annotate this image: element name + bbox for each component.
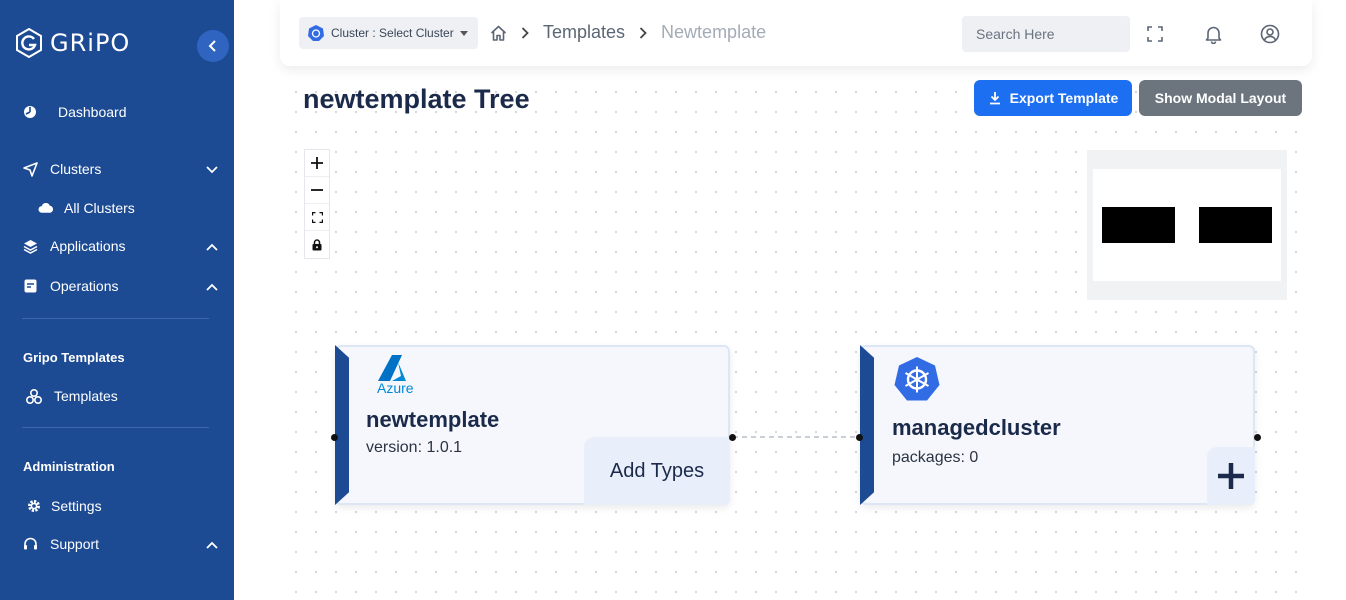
chevron-down-icon <box>206 161 218 177</box>
layers-icon <box>22 238 38 254</box>
cluster-select-value: Cluster : Select Cluster <box>331 26 454 40</box>
search-box <box>962 16 1157 52</box>
cluster-node-title: managedcluster <box>892 415 1061 440</box>
send-icon <box>22 161 38 177</box>
sidebar-item-label: All Clusters <box>64 200 135 216</box>
sidebar-item-support[interactable]: Support <box>22 536 218 552</box>
gripo-logo[interactable]: GRiPO <box>14 28 130 58</box>
sidebar-item-templates[interactable]: Templates <box>26 388 222 404</box>
sidebar-item-all-clusters[interactable]: All Clusters <box>38 200 218 216</box>
zoom-in-button[interactable] <box>305 150 329 177</box>
brand-name: GRiPO <box>50 29 131 57</box>
fit-view-icon <box>311 211 323 223</box>
fit-view-button[interactable] <box>305 204 329 231</box>
add-package-button[interactable] <box>1207 447 1255 505</box>
sidebar-item-label: Support <box>50 536 100 552</box>
user-avatar-icon[interactable] <box>1260 24 1280 44</box>
lock-icon <box>312 238 322 250</box>
download-icon <box>989 92 1000 105</box>
sidebar-item-label: Operations <box>50 278 119 294</box>
node-handle-right[interactable] <box>729 434 736 441</box>
minimap[interactable] <box>1087 150 1287 300</box>
gear-icon <box>26 498 42 514</box>
sidebar-divider <box>22 318 209 319</box>
section-administration: Administration <box>23 459 115 474</box>
breadcrumb-templates[interactable]: Templates <box>543 22 625 43</box>
bell-icon[interactable] <box>1203 24 1223 44</box>
add-types-button[interactable]: Add Types <box>584 437 730 505</box>
sidebar-item-applications[interactable]: Applications <box>22 238 218 254</box>
node-handle-left[interactable] <box>331 434 338 441</box>
azure-icon <box>378 355 406 381</box>
cluster-select[interactable]: Cluster : Select Cluster <box>299 17 478 49</box>
show-modal-layout-button[interactable]: Show Modal Layout <box>1139 80 1302 116</box>
fullscreen-icon[interactable] <box>1145 24 1165 44</box>
caret-down-icon <box>459 30 468 36</box>
chevron-right-icon <box>521 26 529 39</box>
cluster-node[interactable]: managedcluster packages: 0 <box>860 345 1255 505</box>
kubernetes-icon <box>894 357 940 401</box>
minimap-node <box>1199 207 1272 243</box>
headset-icon <box>22 536 38 552</box>
node-accent-bar <box>335 345 349 505</box>
chevron-up-icon <box>206 278 218 294</box>
dashboard-icon <box>22 104 38 120</box>
sidebar-item-clusters[interactable]: Clusters <box>22 161 218 177</box>
section-gripo-templates: Gripo Templates <box>23 350 125 365</box>
chevron-up-icon <box>206 536 218 552</box>
chevron-up-icon <box>206 238 218 254</box>
template-node[interactable]: Azure newtemplate version: 1.0.1 Add Typ… <box>335 345 730 505</box>
node-handle-right[interactable] <box>1254 434 1261 441</box>
sidebar-item-operations[interactable]: Operations <box>22 278 218 294</box>
breadcrumb-current: Newtemplate <box>661 22 767 42</box>
sidebar-item-dashboard[interactable]: Dashboard <box>22 104 218 120</box>
flow-controls <box>304 149 330 259</box>
azure-label: Azure <box>377 380 414 396</box>
sidebar-item-label: Dashboard <box>58 104 127 120</box>
search-input[interactable] <box>976 26 1157 42</box>
lock-button[interactable] <box>305 231 329 258</box>
template-node-title: newtemplate <box>366 407 500 432</box>
sidebar-item-settings[interactable]: Settings <box>26 498 222 514</box>
sidebar-item-label: Clusters <box>50 161 102 177</box>
minus-icon <box>311 189 323 191</box>
plus-icon <box>311 157 323 169</box>
minimap-node <box>1102 207 1175 243</box>
plus-icon <box>1218 463 1244 489</box>
home-icon[interactable] <box>490 25 507 41</box>
export-template-label: Export Template <box>1009 90 1119 106</box>
kubernetes-icon <box>308 25 324 41</box>
templates-icon <box>26 388 42 404</box>
sidebar-collapse-button[interactable] <box>197 30 229 62</box>
chevron-left-icon <box>208 40 216 52</box>
export-template-button[interactable]: Export Template <box>974 80 1132 116</box>
sidebar-item-label: Settings <box>51 498 102 514</box>
template-node-version: version: 1.0.1 <box>366 439 463 456</box>
cloud-icon <box>38 200 54 216</box>
azure-logo: Azure <box>376 354 418 398</box>
zoom-out-button[interactable] <box>305 177 329 204</box>
show-modal-layout-label: Show Modal Layout <box>1154 90 1287 106</box>
breadcrumb: Templates Newtemplate <box>490 22 766 43</box>
sidebar-divider <box>22 427 209 428</box>
node-handle-left[interactable] <box>856 434 863 441</box>
gripo-logo-icon <box>16 28 42 58</box>
sidebar-item-label: Applications <box>50 238 126 254</box>
sidebar-item-label: Templates <box>54 388 118 404</box>
node-accent-bar <box>860 345 874 505</box>
kubernetes-logo <box>893 356 941 407</box>
chevron-right-icon <box>639 26 647 39</box>
sidebar: GRiPO Dashboard Clusters All Clusters Ap… <box>0 0 234 600</box>
document-icon <box>22 278 38 294</box>
cluster-node-packages: packages: 0 <box>892 449 979 466</box>
page-title: newtemplate Tree <box>303 84 530 114</box>
top-bar: Cluster : Select Cluster Templates Newte… <box>280 0 1312 66</box>
